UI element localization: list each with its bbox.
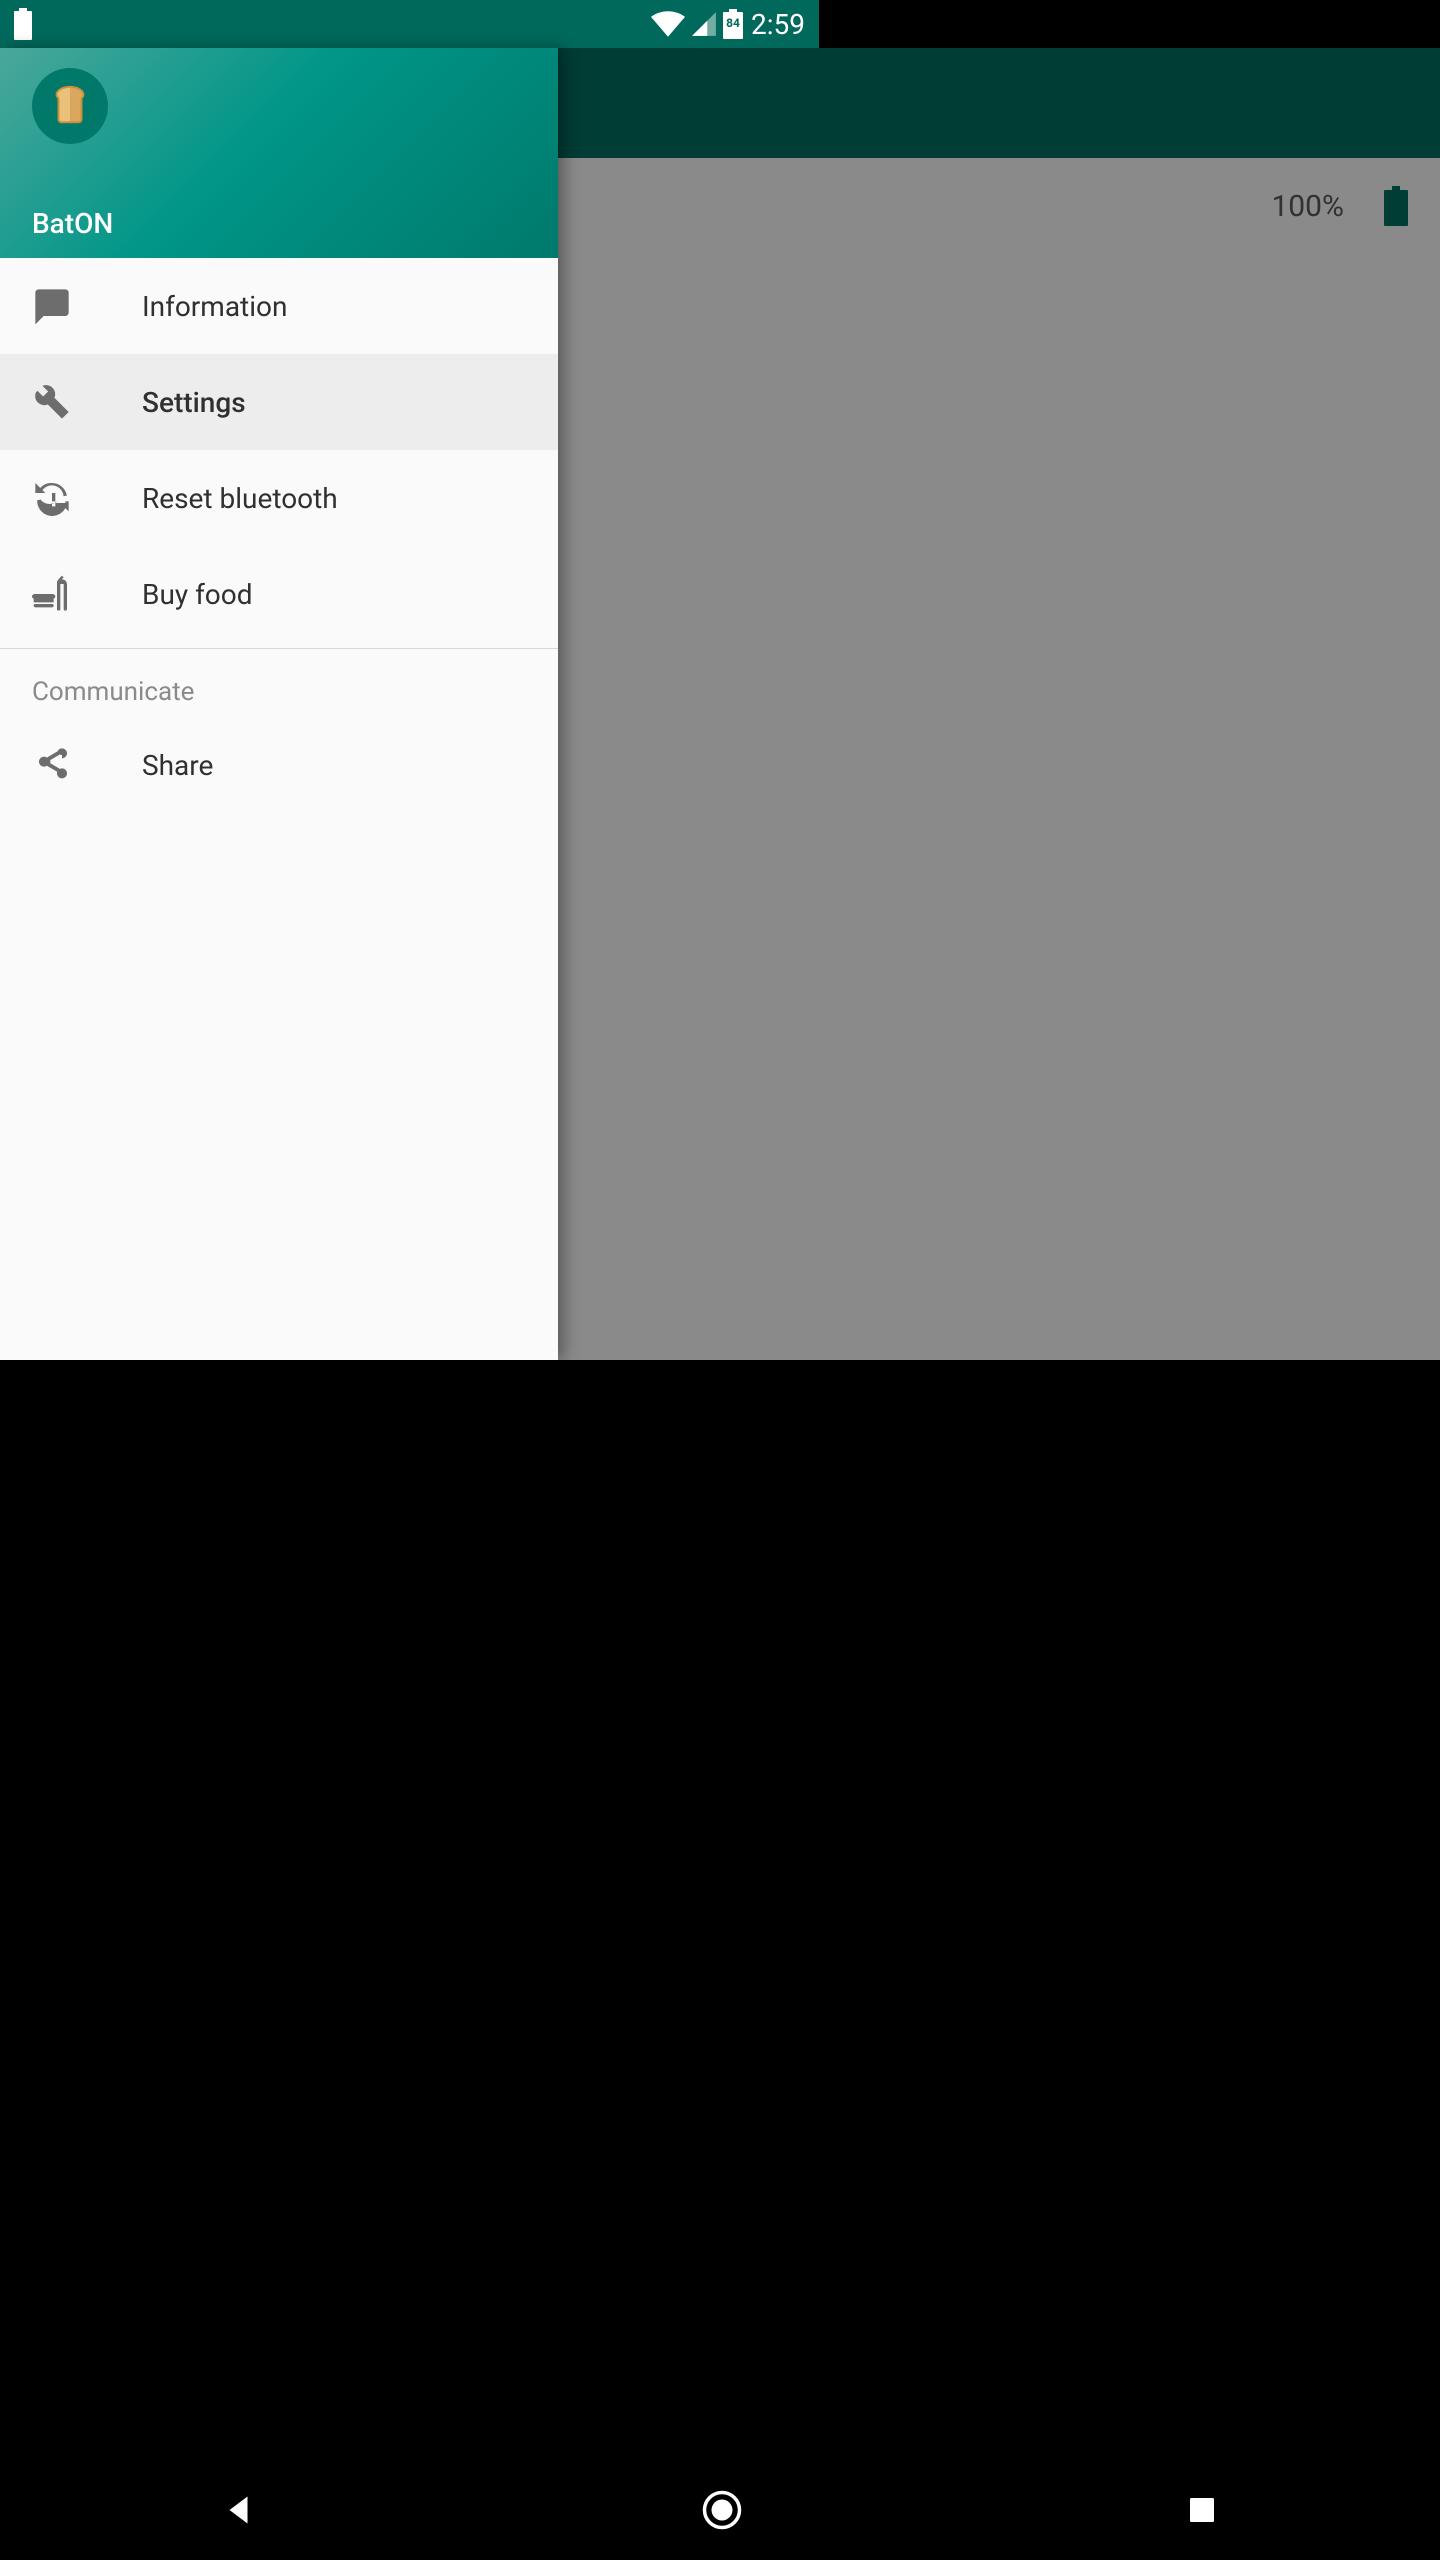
chat-icon — [32, 286, 106, 326]
nav-item-label: Buy food — [106, 578, 253, 611]
statusbar-battery-icon — [14, 8, 32, 40]
android-navbar — [0, 2464, 1440, 2560]
nav-divider — [0, 648, 558, 649]
recent-apps-button[interactable] — [1186, 2494, 1218, 2530]
nav-item-label: Reset bluetooth — [106, 482, 338, 515]
statusbar-battery-pct-icon: 84 — [723, 9, 743, 39]
share-icon — [32, 745, 106, 785]
wrench-icon — [32, 382, 106, 422]
nav-section-communicate: Communicate — [0, 655, 558, 717]
drawer-header: BatON — [0, 48, 558, 258]
drawer-app-name: BatON — [32, 207, 526, 240]
nav-item-settings[interactable]: Settings — [0, 354, 558, 450]
home-button[interactable] — [701, 2489, 743, 2535]
sync-warn-icon — [32, 478, 106, 518]
nav-item-label: Share — [106, 749, 213, 782]
cell-signal-icon — [691, 11, 717, 37]
wifi-icon — [651, 11, 685, 37]
back-button[interactable] — [222, 2492, 258, 2532]
nav-item-buy-food[interactable]: Buy food — [0, 546, 558, 642]
nav-item-label: Settings — [106, 386, 246, 419]
nav-item-label: Information — [106, 290, 287, 323]
nav-item-reset-bluetooth[interactable]: Reset bluetooth — [0, 450, 558, 546]
nav-item-information[interactable]: Information — [0, 258, 558, 354]
food-icon — [32, 574, 106, 614]
statusbar-battery-level: 84 — [723, 16, 743, 30]
status-bar: 84 2:59 — [0, 0, 819, 48]
app-avatar — [32, 68, 108, 144]
statusbar-clock: 2:59 — [751, 8, 805, 41]
nav-drawer: BatON Information Settings Reset bluetoo… — [0, 48, 558, 1360]
nav-item-share[interactable]: Share — [0, 717, 558, 813]
